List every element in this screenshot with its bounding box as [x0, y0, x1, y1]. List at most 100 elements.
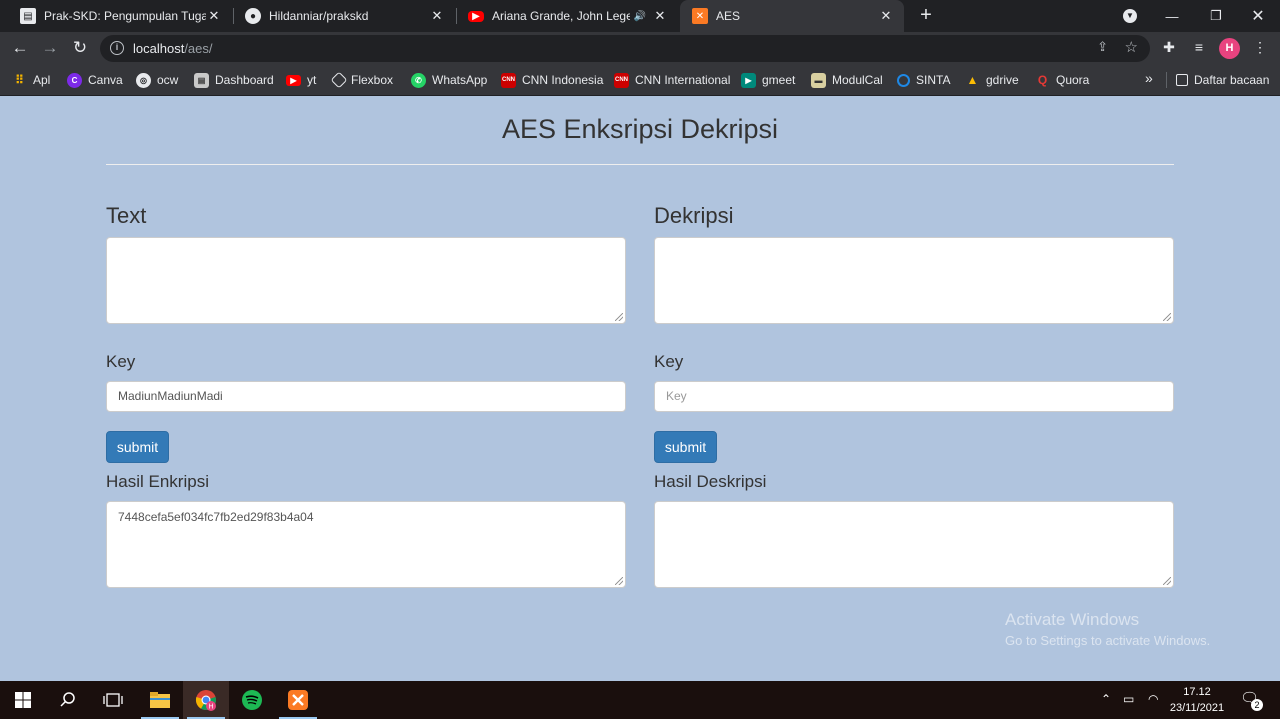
address-bar[interactable]: i localhost/aes/ ⇪ ☆: [100, 35, 1150, 62]
bookmark-label: Dashboard: [215, 73, 274, 87]
resize-handle-icon[interactable]: [1163, 313, 1171, 321]
restore-button[interactable]: ❐: [1194, 0, 1238, 32]
bookmark-dashboard[interactable]: ▤ Dashboard: [194, 71, 274, 89]
resize-handle-icon[interactable]: [1163, 577, 1171, 585]
windows-logo-icon: [15, 692, 31, 708]
page-content: AES Enksripsi Dekripsi Text Key MadiunMa…: [0, 96, 1280, 681]
youtube-icon: ▶: [286, 74, 301, 86]
resize-handle-icon[interactable]: [615, 313, 623, 321]
task-view-button[interactable]: [90, 681, 136, 719]
bookmark-yt[interactable]: ▶ yt: [286, 71, 316, 89]
url-text[interactable]: localhost/aes/: [133, 41, 213, 56]
reading-list-label: Daftar bacaan: [1194, 73, 1270, 87]
reload-icon[interactable]: ↻: [69, 38, 91, 60]
bookmark-cnn-indonesia[interactable]: CNN CNN Indonesia: [501, 71, 603, 89]
profile-avatar[interactable]: H: [1219, 38, 1240, 59]
close-icon[interactable]: ✕: [652, 8, 668, 24]
info-icon[interactable]: i: [110, 41, 124, 55]
decrypt-result-label: Hasil Deskripsi: [654, 472, 767, 491]
minimize-button[interactable]: —: [1150, 0, 1194, 32]
bookmark-label: WhatsApp: [432, 73, 488, 87]
tab-title: AES: [716, 9, 741, 23]
clock-date: 23/11/2021: [1169, 702, 1225, 714]
bookmark-label: gdrive: [986, 73, 1019, 87]
bookmark-sinta[interactable]: SINTA: [897, 71, 950, 89]
bookmark-label: gmeet: [762, 73, 796, 87]
watermark-subtitle: Go to Settings to activate Windows.: [1005, 633, 1211, 648]
close-icon[interactable]: ✕: [878, 8, 894, 24]
bookmark-gdrive[interactable]: ▲ gdrive: [965, 71, 1019, 89]
spotify-icon: [242, 690, 262, 710]
bookmark-whatsapp[interactable]: ✆ WhatsApp: [411, 71, 487, 89]
xampp-button[interactable]: [275, 681, 321, 719]
encrypt-submit-button[interactable]: submit: [106, 431, 169, 463]
page-title: AES Enksripsi Dekripsi: [501, 114, 779, 144]
tab-aes[interactable]: ✕ AES ✕: [680, 0, 904, 32]
start-button[interactable]: [0, 681, 46, 719]
github-icon: ●: [245, 8, 261, 24]
bookmark-label: Apl: [33, 73, 51, 87]
decrypt-submit-button[interactable]: submit: [654, 431, 717, 463]
new-tab-button[interactable]: +: [915, 5, 937, 27]
share-icon[interactable]: ⇪: [1097, 39, 1108, 55]
spotify-button[interactable]: [229, 681, 275, 719]
search-button[interactable]: [45, 681, 91, 719]
back-arrow-icon[interactable]: ←: [9, 38, 31, 60]
encrypt-key-label: Key: [106, 352, 136, 371]
bookmark-ocw[interactable]: ◎ ocw: [136, 71, 178, 89]
activation-watermark: Activate Windows Go to Settings to activ…: [1005, 610, 1210, 648]
cnn-icon: CNN: [614, 72, 629, 88]
tab-search-icon[interactable]: ▼: [1123, 9, 1137, 23]
bookmark-label: CNN Indonesia: [522, 73, 604, 87]
bookmarks-overflow-icon[interactable]: »: [1145, 70, 1153, 86]
encrypt-result-label: Hasil Enkripsi: [106, 472, 209, 491]
battery-icon[interactable]: ▭: [1123, 692, 1134, 706]
resize-handle-icon[interactable]: [615, 577, 623, 585]
decrypt-key-input[interactable]: Key: [654, 381, 1174, 412]
search-icon: [60, 692, 75, 707]
close-icon[interactable]: ✕: [429, 8, 445, 24]
encrypt-result-textarea[interactable]: 7448cefa5ef034fc7fb2ed29f83b4a04: [106, 501, 626, 588]
bookmark-apl[interactable]: ⠿ Apl: [12, 71, 50, 89]
menu-kebab-icon[interactable]: ⋮: [1251, 39, 1269, 56]
tab-github[interactable]: ● Hildanniar/prakskd ✕: [233, 0, 455, 32]
window-close-button[interactable]: ✕: [1236, 0, 1280, 32]
extensions-puzzle-icon[interactable]: ✚: [1160, 39, 1178, 56]
forward-arrow-icon[interactable]: →: [39, 38, 61, 60]
bookmark-modulcal[interactable]: ▬ ModulCal: [811, 71, 883, 89]
bookmark-star-icon[interactable]: ☆: [1125, 38, 1138, 56]
tray-chevron-up-icon[interactable]: ⌃: [1101, 692, 1111, 706]
chrome-button[interactable]: H: [183, 681, 229, 719]
cnn-icon: CNN: [501, 72, 516, 88]
bookmark-canva[interactable]: C Canva: [67, 71, 123, 89]
svg-text:H: H: [208, 704, 213, 711]
file-explorer-button[interactable]: [137, 681, 183, 719]
decrypt-result-textarea[interactable]: [654, 501, 1174, 588]
apps-grid-icon: ⠿: [15, 73, 24, 87]
speaker-icon[interactable]: 🔊: [634, 11, 646, 22]
media-control-icon[interactable]: ≡: [1190, 39, 1208, 55]
title-divider: [106, 164, 1174, 165]
close-icon[interactable]: ✕: [206, 8, 222, 24]
chrome-icon: H: [195, 690, 216, 711]
bookmark-flexbox[interactable]: Flexbox: [330, 71, 393, 89]
gmeet-icon: ▶: [741, 72, 756, 88]
wifi-icon[interactable]: ◠: [1148, 692, 1158, 706]
encrypt-key-input[interactable]: MadiunMadiunMadi: [106, 381, 626, 412]
encrypt-result-value: 7448cefa5ef034fc7fb2ed29f83b4a04: [118, 510, 314, 524]
xampp-icon: ✕: [692, 8, 708, 24]
plaintext-textarea[interactable]: [106, 237, 626, 324]
xampp-icon: [288, 690, 308, 710]
google-drive-icon: ▲: [966, 73, 979, 87]
system-clock[interactable]: 17.12 23/11/2021: [1160, 684, 1234, 716]
bookmarks-bar: ⠿ Apl C Canva ◎ ocw ▤ Dashboard ▶ yt Flexbox …: [0, 65, 1280, 96]
reading-list[interactable]: Daftar bacaan: [1176, 71, 1269, 89]
bookmark-cnn-international[interactable]: CNN CNN International: [614, 71, 730, 89]
youtube-icon: ▶: [468, 10, 484, 22]
document-icon: ▤: [20, 8, 36, 24]
bookmark-quora[interactable]: Q Quora: [1035, 71, 1090, 89]
tab-youtube[interactable]: ▶ Ariana Grande, John Legend 🔊 ✕: [456, 0, 678, 32]
tab-prak-skd[interactable]: ▤ Prak-SKD: Pengumpulan Tugas T ✕: [8, 0, 232, 32]
bookmark-gmeet[interactable]: ▶ gmeet: [741, 71, 795, 89]
ciphertext-textarea[interactable]: [654, 237, 1174, 324]
